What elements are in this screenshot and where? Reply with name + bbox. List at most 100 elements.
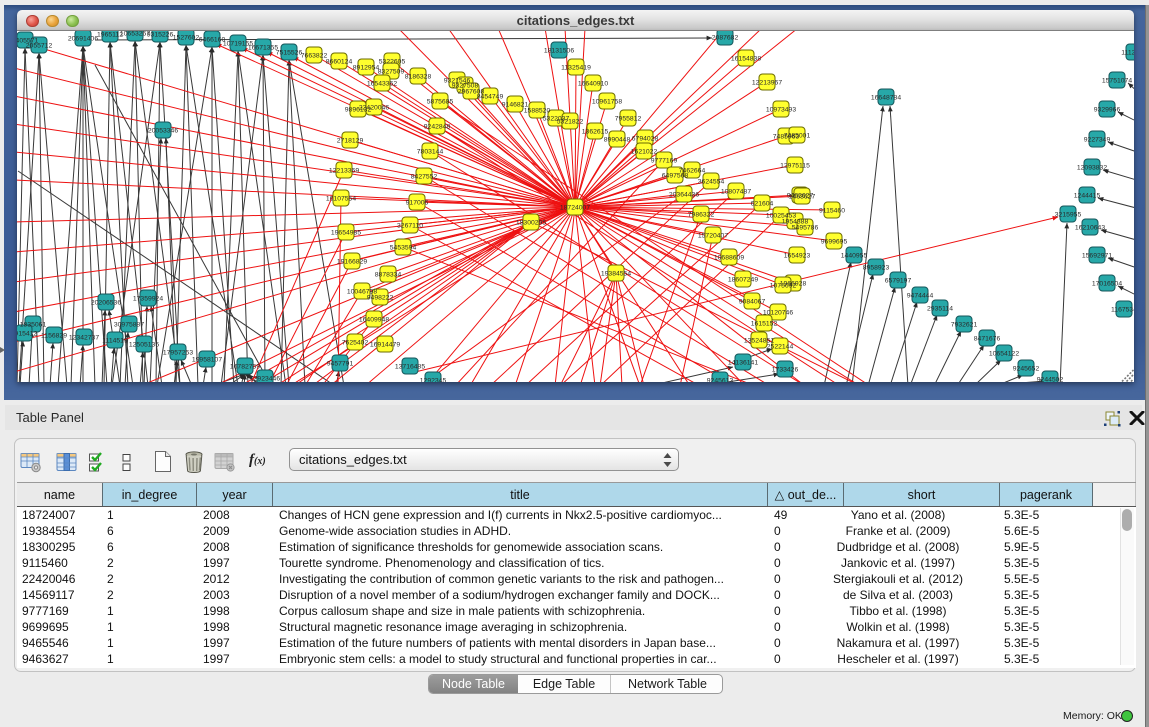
- svg-text:13716485: 13716485: [395, 363, 425, 370]
- svg-text:6579197: 6579197: [885, 277, 912, 284]
- svg-text:16671355: 16671355: [248, 44, 278, 51]
- svg-text:17957253: 17957253: [163, 349, 193, 356]
- svg-text:3215955: 3215955: [1055, 211, 1082, 218]
- svg-text:19654985: 19654985: [331, 229, 361, 236]
- svg-text:10688609: 10688609: [714, 254, 744, 261]
- svg-text:12213369: 12213369: [329, 167, 359, 174]
- svg-text:1527602: 1527602: [173, 34, 200, 41]
- svg-text:5322605: 5322605: [379, 58, 406, 65]
- svg-text:7625402: 7625402: [342, 339, 369, 346]
- svg-text:16782759: 16782759: [230, 363, 260, 370]
- svg-text:12213967: 12213967: [752, 79, 782, 86]
- svg-text:17016504: 17016504: [1092, 280, 1122, 287]
- svg-text:8427552: 8427552: [411, 173, 438, 180]
- svg-text:1292345: 1292345: [420, 377, 447, 382]
- svg-text:20053346: 20053346: [148, 127, 178, 134]
- svg-text:16648784: 16648784: [871, 94, 901, 101]
- svg-text:10653267: 10653267: [120, 31, 150, 37]
- svg-text:2522144: 2522144: [767, 343, 794, 350]
- svg-text:14136141: 14136141: [728, 359, 758, 366]
- svg-text:1463627: 1463627: [789, 193, 816, 200]
- svg-text:20691406: 20691406: [68, 35, 98, 42]
- svg-text:8912954: 8912954: [353, 64, 380, 71]
- svg-text:10807487: 10807487: [721, 188, 751, 195]
- svg-text:1075692: 1075692: [770, 282, 797, 289]
- svg-text:1621022: 1621022: [631, 148, 658, 155]
- svg-text:9245613: 9245613: [707, 377, 734, 382]
- svg-text:9699695: 9699695: [821, 238, 848, 245]
- svg-text:2087682: 2087682: [712, 34, 739, 41]
- svg-text:1244415: 1244415: [1074, 192, 1101, 199]
- svg-text:6466160: 6466160: [199, 36, 226, 43]
- svg-text:8990448: 8990448: [604, 136, 631, 143]
- svg-text:20206536: 20206536: [91, 299, 121, 306]
- svg-text:2935114: 2935114: [927, 305, 953, 312]
- svg-text:8454749: 8454749: [477, 93, 504, 100]
- svg-text:2055712: 2055712: [26, 42, 53, 49]
- svg-text:621604: 621604: [751, 200, 774, 207]
- svg-text:9457791: 9457791: [327, 360, 354, 367]
- svg-text:5875685: 5875685: [427, 98, 454, 105]
- svg-text:9244502: 9244502: [1037, 376, 1064, 382]
- svg-text:8471676: 8471676: [974, 335, 1001, 342]
- svg-text:20364436: 20364436: [669, 191, 699, 198]
- svg-text:9084067: 9084067: [739, 298, 766, 305]
- svg-text:16640910: 16640910: [578, 80, 608, 87]
- svg-text:10654122: 10654122: [989, 350, 1019, 357]
- svg-text:1733426: 1733426: [772, 366, 799, 373]
- svg-text:1362615: 1362615: [582, 128, 609, 135]
- svg-text:8878334: 8878334: [375, 271, 402, 278]
- svg-text:16914479: 16914479: [370, 341, 400, 348]
- svg-text:1440955: 1440955: [841, 252, 868, 259]
- svg-text:9498222: 9498222: [367, 294, 394, 301]
- svg-text:18607249: 18607249: [728, 276, 758, 283]
- svg-text:15720407: 15720407: [698, 232, 728, 239]
- svg-text:9329966: 9329966: [1094, 106, 1121, 113]
- svg-text:19958107: 19958107: [192, 356, 222, 363]
- svg-text:7932621: 7932621: [951, 321, 978, 328]
- svg-text:7803144: 7803144: [417, 148, 444, 155]
- svg-text:10973493: 10973493: [766, 106, 796, 113]
- svg-text:3624554: 3624554: [698, 178, 725, 185]
- svg-text:12923446: 12923446: [250, 375, 280, 382]
- svg-text:15692971: 15692971: [1082, 252, 1112, 259]
- svg-text:9242848: 9242848: [424, 123, 451, 130]
- svg-text:16154838: 16154838: [731, 55, 761, 62]
- svg-text:8327509: 8327509: [378, 68, 405, 75]
- svg-text:917006: 917006: [406, 199, 429, 206]
- svg-text:12975115: 12975115: [780, 162, 810, 169]
- svg-text:5321822: 5321822: [557, 118, 584, 125]
- svg-text:9474444: 9474444: [907, 292, 934, 299]
- svg-text:17359924: 17359924: [133, 295, 163, 302]
- svg-text:1654923: 1654923: [784, 252, 811, 259]
- svg-text:9896132: 9896132: [345, 106, 372, 113]
- svg-text:7955812: 7955812: [615, 115, 642, 122]
- svg-text:15751074: 15751074: [1102, 77, 1132, 84]
- svg-text:7663822: 7663822: [301, 52, 328, 59]
- svg-text:18300295: 18300295: [516, 219, 546, 226]
- svg-text:1156829: 1156829: [41, 332, 67, 339]
- svg-text:16107554: 16107554: [326, 195, 356, 202]
- svg-text:7986322: 7986322: [688, 211, 715, 218]
- svg-text:5453594: 5453594: [390, 244, 417, 251]
- svg-text:5495786: 5495786: [792, 224, 819, 231]
- svg-text:10961758: 10961758: [592, 98, 622, 105]
- svg-text:1588520: 1588520: [524, 107, 551, 114]
- svg-text:9315226: 9315226: [147, 31, 174, 38]
- svg-text:1167534: 1167534: [1111, 306, 1134, 313]
- svg-text:9245652: 9245652: [1013, 365, 1040, 372]
- svg-text:16543362: 16543362: [367, 80, 397, 87]
- svg-text:1615152: 1615152: [751, 320, 778, 327]
- svg-text:16210643: 16210643: [1075, 224, 1105, 231]
- svg-text:9777169: 9777169: [651, 157, 678, 164]
- svg-text:1835061: 1835061: [20, 321, 47, 328]
- svg-text:7515526: 7515526: [276, 49, 303, 56]
- svg-text:12505135: 12505135: [129, 341, 159, 348]
- svg-text:8958923: 8958923: [863, 264, 890, 271]
- svg-text:2718129: 2718129: [337, 137, 364, 144]
- svg-text:19166829: 19166829: [337, 258, 367, 265]
- svg-text:7485001: 7485001: [784, 132, 811, 139]
- svg-text:8186328: 8186328: [405, 73, 432, 80]
- svg-text:16409948: 16409948: [359, 316, 389, 323]
- svg-text:18131506: 18131506: [544, 47, 574, 54]
